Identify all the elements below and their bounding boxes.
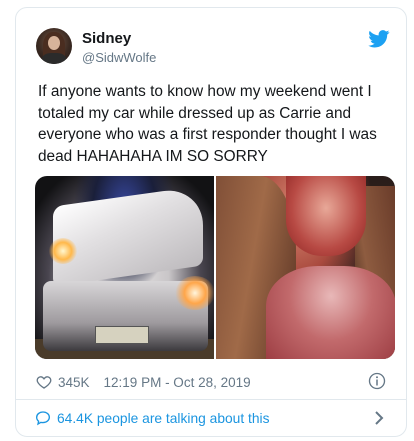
tweet-timestamp[interactable]: 12:19 PM - Oct 28, 2019 [104,375,251,390]
car-headlight-right [175,276,214,310]
tweet-media [35,176,395,359]
chevron-right-icon[interactable] [372,410,386,426]
author-handle[interactable]: @SidwWolfe [82,50,156,65]
like-count[interactable]: 345K [58,375,90,390]
tweet-meta: 345K 12:19 PM - Oct 28, 2019 [36,370,390,394]
carrie-costume-photo[interactable] [216,176,395,359]
speech-bubble-icon [35,411,51,426]
tweet-text: If anyone wants to know how my weekend w… [38,83,377,165]
conversation-link[interactable]: 64.4K people are talking about this [35,404,390,432]
avatar-face [48,36,60,50]
heart-icon[interactable] [36,374,52,390]
crashed-car-photo[interactable] [35,176,214,359]
divider [16,399,406,400]
author-name[interactable]: Sidney [82,30,131,47]
car-hood [53,185,203,287]
photo-dress [266,266,395,359]
avatar[interactable] [36,28,72,64]
info-icon[interactable] [368,372,386,390]
tweet-card[interactable]: Sidney @SidwWolfe If anyone wants to kno… [15,7,407,437]
photo-face [286,176,366,256]
twitter-bird-icon[interactable] [368,30,390,48]
conversation-text: 64.4K people are talking about this [57,410,270,426]
avatar-shirt [42,53,66,64]
car-headlight-left [49,238,77,264]
tweet-header: Sidney @SidwWolfe [16,8,406,70]
car-license-plate [95,326,149,344]
